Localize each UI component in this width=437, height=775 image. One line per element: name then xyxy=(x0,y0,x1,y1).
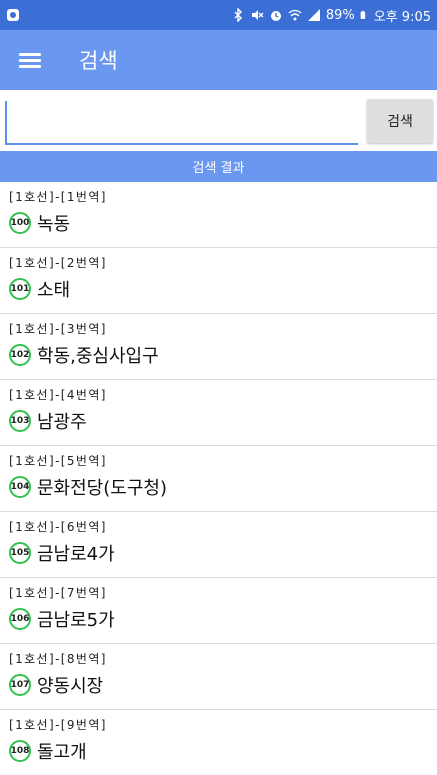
search-button[interactable]: 검색 xyxy=(367,98,433,143)
battery-percent: 89% xyxy=(325,7,355,23)
station-line-label: [1호선]-[4번역] xyxy=(9,388,107,402)
station-name: 소태 xyxy=(37,280,71,301)
station-row[interactable]: [1호선]-[4번역] 103 남광주 xyxy=(0,380,437,446)
app-title: 검색 xyxy=(79,49,118,73)
station-code-badge: 106 xyxy=(9,608,31,630)
station-code-badge: 101 xyxy=(9,278,31,300)
station-line-label: [1호선]-[7번역] xyxy=(9,586,107,600)
hamburger-menu-icon[interactable] xyxy=(19,51,41,69)
station-row[interactable]: [1호선]-[7번역] 106 금남로5가 xyxy=(0,578,437,644)
station-row[interactable]: [1호선]-[3번역] 102 학동,중심사입구 xyxy=(0,314,437,380)
station-code-badge: 103 xyxy=(9,410,31,432)
status-bar-left xyxy=(6,8,20,22)
station-code-badge: 105 xyxy=(9,542,31,564)
station-row[interactable]: [1호선]-[1번역] 100 녹동 xyxy=(0,182,437,248)
station-code-badge: 104 xyxy=(9,476,31,498)
app-bar: 검색 xyxy=(0,30,437,90)
status-bar: 89% 오후 9:05 xyxy=(0,0,437,30)
alarm-icon xyxy=(270,11,281,21)
station-name: 금남로5가 xyxy=(37,610,115,631)
wifi-icon xyxy=(288,9,302,21)
search-row: 검색 xyxy=(0,90,437,151)
station-row[interactable]: [1호선]-[2번역] 101 소태 xyxy=(0,248,437,314)
bluetooth-icon xyxy=(234,8,242,22)
station-row[interactable]: [1호선]-[8번역] 107 양동시장 xyxy=(0,644,437,710)
results-header: 검색 결과 xyxy=(0,151,437,182)
station-line-label: [1호선]-[5번역] xyxy=(9,454,107,468)
station-name: 돌고개 xyxy=(37,742,87,763)
app-notification-icon xyxy=(7,9,19,21)
station-line-label: [1호선]-[6번역] xyxy=(9,520,107,534)
station-row[interactable]: [1호선]-[6번역] 105 금남로4가 xyxy=(0,512,437,578)
station-row[interactable]: [1호선]-[5번역] 104 문화전당(도구청) xyxy=(0,446,437,512)
station-code-badge: 108 xyxy=(9,740,31,762)
status-time: 오후 9:05 xyxy=(373,9,431,25)
results-list: [1호선]-[1번역] 100 녹동 [1호선]-[2번역] 101 소태 [1… xyxy=(0,182,437,775)
signal-icon xyxy=(307,9,320,21)
station-name: 금남로4가 xyxy=(37,544,115,565)
search-input[interactable] xyxy=(5,100,358,145)
station-line-label: [1호선]-[3번역] xyxy=(9,322,107,336)
station-line-label: [1호선]-[2번역] xyxy=(9,256,107,270)
station-name: 양동시장 xyxy=(37,676,104,697)
station-code-badge: 102 xyxy=(9,344,31,366)
battery-icon xyxy=(360,10,365,19)
status-bar-right: 89% 오후 9:05 xyxy=(231,6,431,25)
station-code-badge: 107 xyxy=(9,674,31,696)
station-name: 녹동 xyxy=(37,214,71,235)
mute-icon xyxy=(251,10,264,20)
station-line-label: [1호선]-[9번역] xyxy=(9,718,107,732)
station-name: 남광주 xyxy=(37,412,87,433)
station-line-label: [1호선]-[8번역] xyxy=(9,652,107,666)
station-name: 문화전당(도구청) xyxy=(37,478,167,499)
station-name: 학동,중심사입구 xyxy=(37,346,159,367)
station-line-label: [1호선]-[1번역] xyxy=(9,190,107,204)
station-code-badge: 100 xyxy=(9,212,31,234)
station-row[interactable]: [1호선]-[9번역] 108 돌고개 xyxy=(0,710,437,775)
